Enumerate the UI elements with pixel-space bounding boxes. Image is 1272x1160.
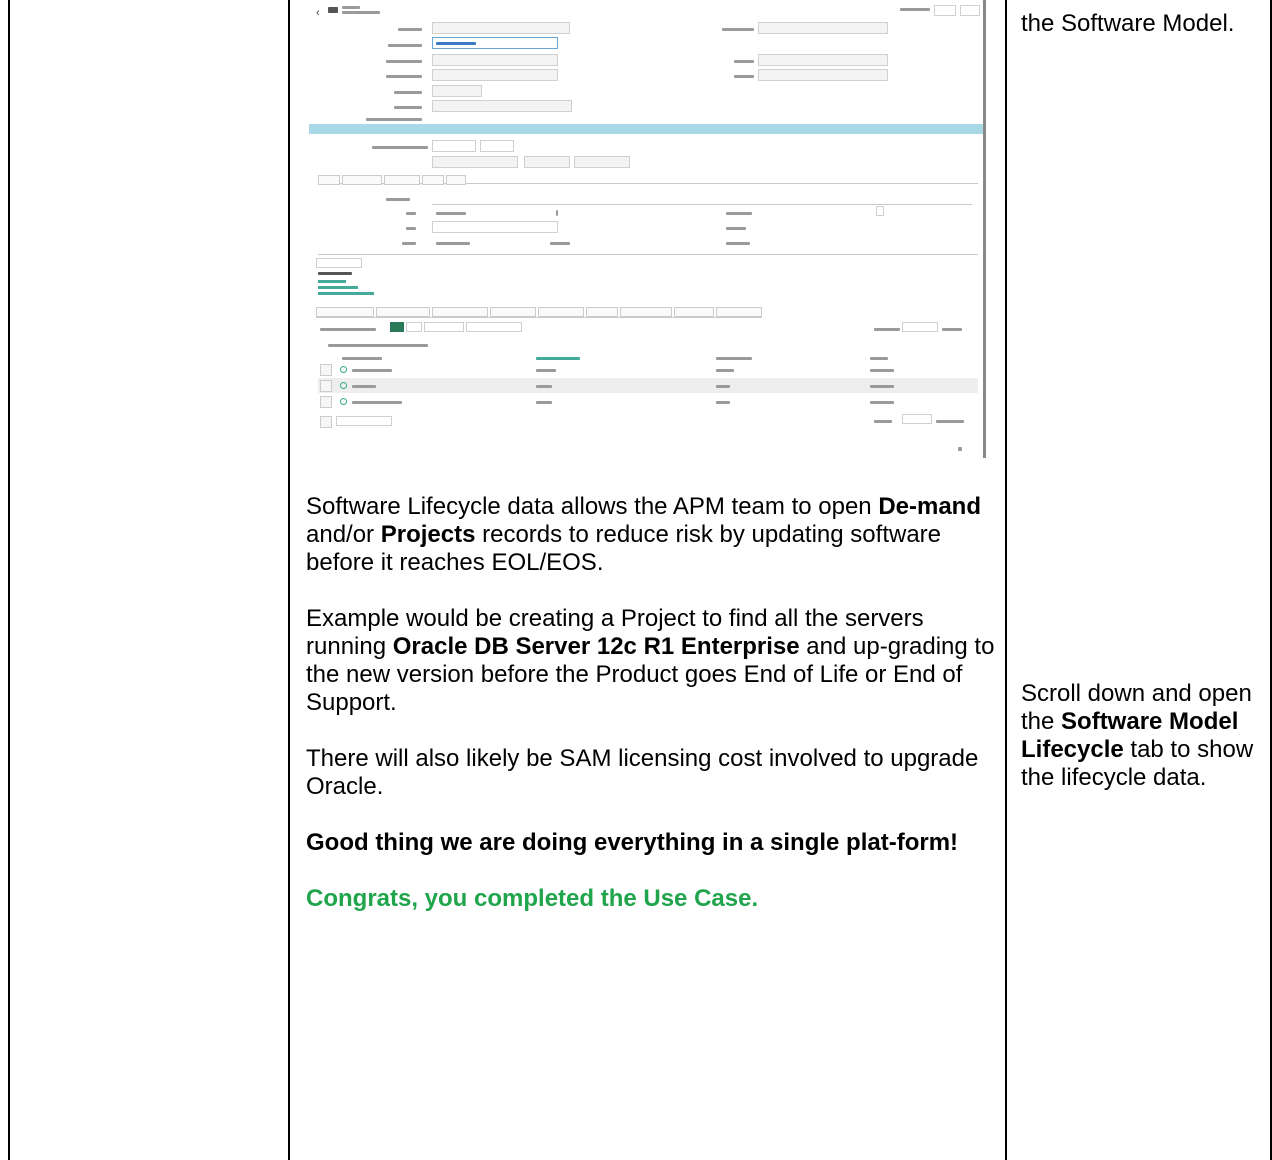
chevron-left-icon: ‹ xyxy=(316,7,320,19)
paragraph-example: Example would be creating a Project to f… xyxy=(306,605,995,716)
embedded-screenshot: ‹ xyxy=(306,0,986,458)
right-instruction-text: Scroll down and open the Software Model … xyxy=(1021,680,1254,791)
paragraph-congrats: Congrats, you completed the Use Case. xyxy=(306,885,759,912)
paragraph-lifecycle: Software Lifecycle data allows the APM t… xyxy=(306,493,981,576)
right-top-text: the Software Model. xyxy=(1021,10,1235,37)
main-column-text: Software Lifecycle data allows the APM t… xyxy=(306,493,996,941)
column-divider-2 xyxy=(1005,0,1007,1160)
paragraph-sam: There will also likely be SAM licensing … xyxy=(306,745,979,800)
column-divider-1 xyxy=(288,0,290,1160)
paragraph-single-platform: Good thing we are doing everything in a … xyxy=(306,829,959,856)
